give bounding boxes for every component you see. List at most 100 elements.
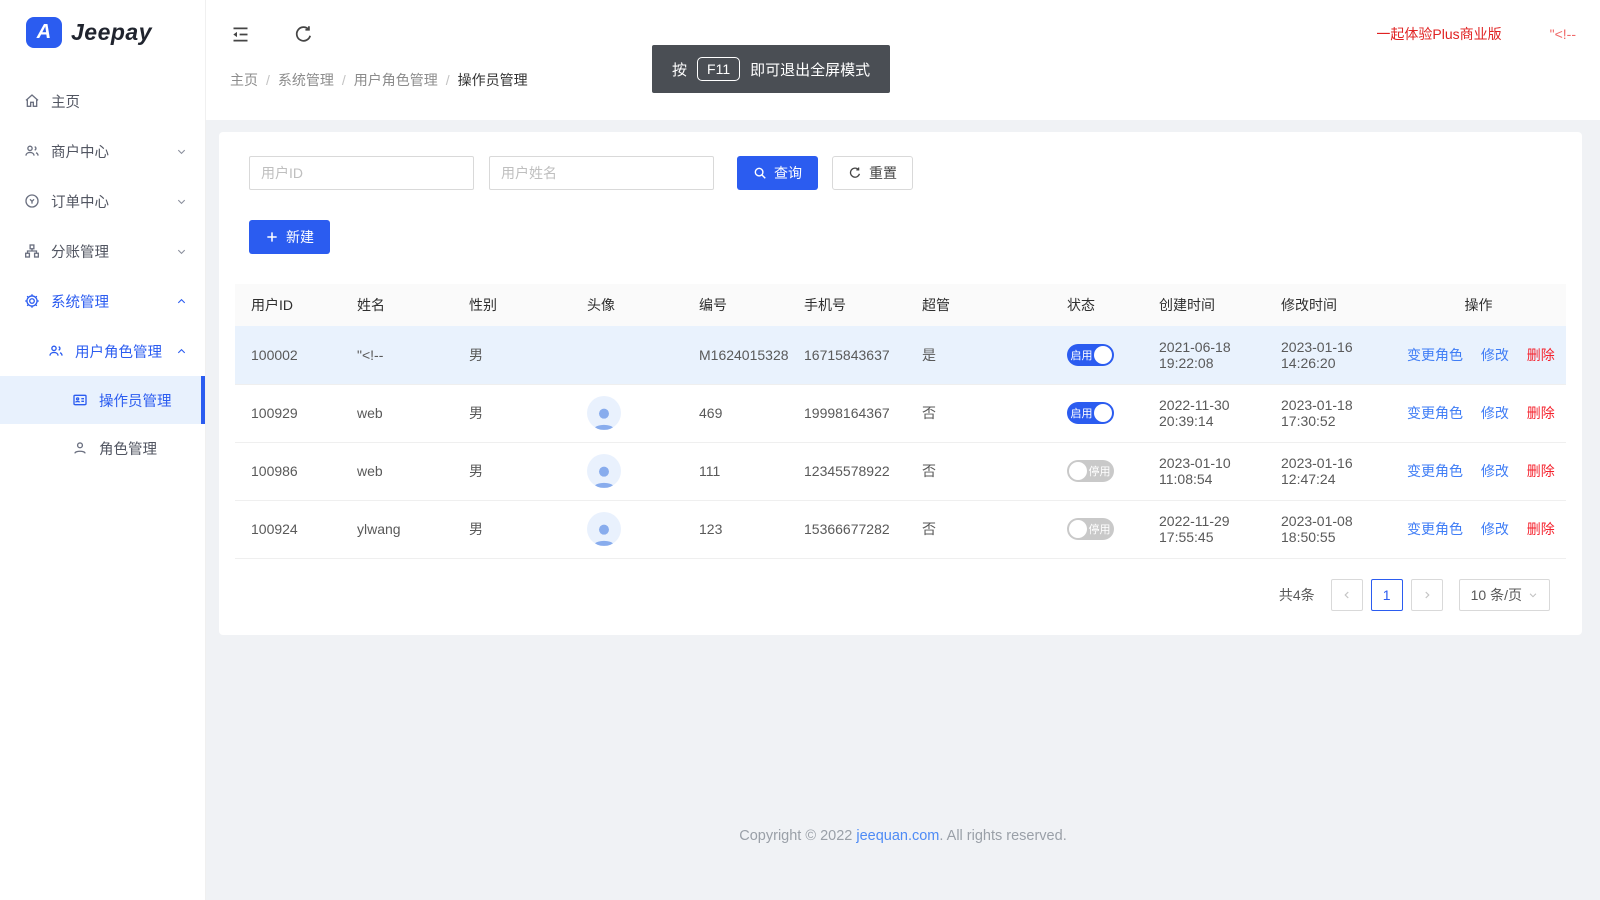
- sidebar-nav: 主页 商户中心 订单中心 分账管理: [0, 64, 205, 472]
- change-role-link[interactable]: 变更角色: [1407, 347, 1463, 363]
- avatar[interactable]: [1512, 20, 1540, 48]
- delete-link[interactable]: 删除: [1527, 463, 1555, 479]
- chevron-left-icon: [1341, 589, 1353, 601]
- status-toggle[interactable]: 启用: [1067, 344, 1114, 366]
- transaction-icon: [24, 193, 40, 209]
- delete-link[interactable]: 删除: [1527, 347, 1555, 363]
- refresh-icon[interactable]: [293, 24, 314, 45]
- brand-name: Jeepay: [71, 19, 152, 46]
- operators-table: 用户ID 姓名 性别 头像 编号 手机号 超管 状态 创建时间 修改时间 操作 …: [235, 284, 1566, 559]
- fullscreen-exit-toast: 按 F11 即可退出全屏模式: [652, 45, 890, 93]
- chevron-up-icon: [176, 346, 187, 357]
- delete-link[interactable]: 删除: [1527, 405, 1555, 421]
- edit-link[interactable]: 修改: [1481, 463, 1509, 479]
- page-1-button[interactable]: 1: [1371, 579, 1403, 611]
- plus-version-link[interactable]: 一起体验Plus商业版: [1376, 24, 1501, 44]
- sidebar-item-role-management[interactable]: 角色管理: [0, 424, 205, 472]
- breadcrumb-separator: /: [446, 72, 450, 88]
- sidebar-item-user-role-management[interactable]: 用户角色管理: [0, 326, 205, 376]
- query-button[interactable]: 查询: [737, 156, 818, 190]
- main-area: 一起体验Plus商业版 "<!-- 主页 / 系统管理 / 用户角色管理 / 操…: [206, 0, 1600, 900]
- table-row: 100924 ylwang 男 123 15366677282 否 停用 202…: [235, 500, 1566, 558]
- status-toggle[interactable]: 停用: [1067, 518, 1114, 540]
- delete-link[interactable]: 删除: [1527, 521, 1555, 537]
- chevron-right-icon: [1421, 589, 1433, 601]
- chevron-down-icon: [176, 196, 187, 207]
- footer-copyright: Copyright © 2022 jeequan.com. All rights…: [206, 828, 1600, 844]
- status-toggle[interactable]: 启用: [1067, 402, 1114, 424]
- status-toggle[interactable]: 停用: [1067, 460, 1114, 482]
- edit-link[interactable]: 修改: [1481, 347, 1509, 363]
- prev-page-button[interactable]: [1331, 579, 1363, 611]
- change-role-link[interactable]: 变更角色: [1407, 521, 1463, 537]
- chevron-down-icon: [1528, 590, 1538, 600]
- toggle-knob: [1094, 346, 1112, 364]
- reset-button[interactable]: 重置: [832, 156, 913, 190]
- chevron-down-icon: [176, 246, 187, 257]
- next-page-button[interactable]: [1411, 579, 1443, 611]
- sidebar-item-merchant-center[interactable]: 商户中心: [0, 126, 205, 176]
- breadcrumb-home[interactable]: 主页: [230, 70, 258, 90]
- topbar: 一起体验Plus商业版 "<!-- 主页 / 系统管理 / 用户角色管理 / 操…: [206, 0, 1600, 120]
- avatar: [587, 454, 621, 488]
- col-no: 编号: [683, 284, 788, 326]
- edit-link[interactable]: 修改: [1481, 521, 1509, 537]
- col-created: 创建时间: [1143, 284, 1265, 326]
- breadcrumb: 主页 / 系统管理 / 用户角色管理 / 操作员管理: [230, 70, 1576, 90]
- home-icon: [24, 93, 40, 109]
- sidebar-item-home[interactable]: 主页: [0, 76, 205, 126]
- user-name-input[interactable]: [489, 156, 714, 190]
- toggle-knob: [1069, 462, 1087, 480]
- avatar: [587, 512, 621, 546]
- team-icon: [24, 143, 40, 159]
- table-header-row: 用户ID 姓名 性别 头像 编号 手机号 超管 状态 创建时间 修改时间 操作: [235, 284, 1566, 326]
- table-row: 100929 web 男 469 19998164367 否 启用 2022-1…: [235, 384, 1566, 442]
- user-icon: [72, 440, 88, 456]
- page-size-select[interactable]: 10 条/页: [1459, 579, 1550, 611]
- reload-icon: [848, 166, 862, 180]
- breadcrumb-user-role[interactable]: 用户角色管理: [354, 70, 438, 90]
- new-button[interactable]: 新建: [249, 220, 330, 254]
- sidebar-item-order-center[interactable]: 订单中心: [0, 176, 205, 226]
- col-updated: 修改时间: [1265, 284, 1391, 326]
- plus-icon: [265, 230, 279, 244]
- edit-link[interactable]: 修改: [1481, 405, 1509, 421]
- sidebar-item-system-management[interactable]: 系统管理: [0, 276, 205, 326]
- sidebar-item-split-management[interactable]: 分账管理: [0, 226, 205, 276]
- breadcrumb-separator: /: [342, 72, 346, 88]
- current-username[interactable]: "<!--: [1550, 26, 1576, 42]
- avatar: [587, 396, 621, 430]
- col-super: 超管: [906, 284, 1051, 326]
- chevron-up-icon: [176, 296, 187, 307]
- col-user-id: 用户ID: [235, 284, 341, 326]
- idcard-icon: [72, 392, 88, 408]
- menu-fold-icon[interactable]: [230, 24, 251, 45]
- table-row: 100002 "<!-- 男 M1624015328 16715843637 是…: [235, 326, 1566, 384]
- apartment-icon: [24, 243, 40, 259]
- col-name: 姓名: [341, 284, 453, 326]
- user-id-input[interactable]: [249, 156, 474, 190]
- brand-logo[interactable]: A Jeepay: [0, 0, 205, 64]
- toggle-knob: [1069, 520, 1087, 538]
- avatar: [587, 338, 621, 372]
- f11-key: F11: [697, 57, 740, 81]
- col-gender: 性别: [453, 284, 571, 326]
- col-status: 状态: [1051, 284, 1143, 326]
- total-count: 共4条: [1279, 585, 1315, 605]
- content-card: 查询 重置 新建 用户ID 姓名 性别 头像: [219, 132, 1582, 635]
- change-role-link[interactable]: 变更角色: [1407, 463, 1463, 479]
- toggle-knob: [1094, 404, 1112, 422]
- col-phone: 手机号: [788, 284, 906, 326]
- change-role-link[interactable]: 变更角色: [1407, 405, 1463, 421]
- pagination: 共4条 1 10 条/页: [235, 579, 1566, 611]
- sidebar-item-operator-management[interactable]: 操作员管理: [0, 376, 205, 424]
- toast-suffix: 即可退出全屏模式: [750, 59, 870, 80]
- table-row: 100986 web 男 111 12345578922 否 停用 2023-0…: [235, 442, 1566, 500]
- breadcrumb-current: 操作员管理: [458, 70, 528, 90]
- breadcrumb-system[interactable]: 系统管理: [278, 70, 334, 90]
- sidebar: A Jeepay 主页 商户中心 订单中心: [0, 0, 206, 900]
- jeequan-link[interactable]: jeequan.com: [856, 828, 939, 844]
- col-actions: 操作: [1391, 284, 1566, 326]
- jeepay-logo-icon: A: [26, 17, 62, 48]
- search-icon: [753, 166, 767, 180]
